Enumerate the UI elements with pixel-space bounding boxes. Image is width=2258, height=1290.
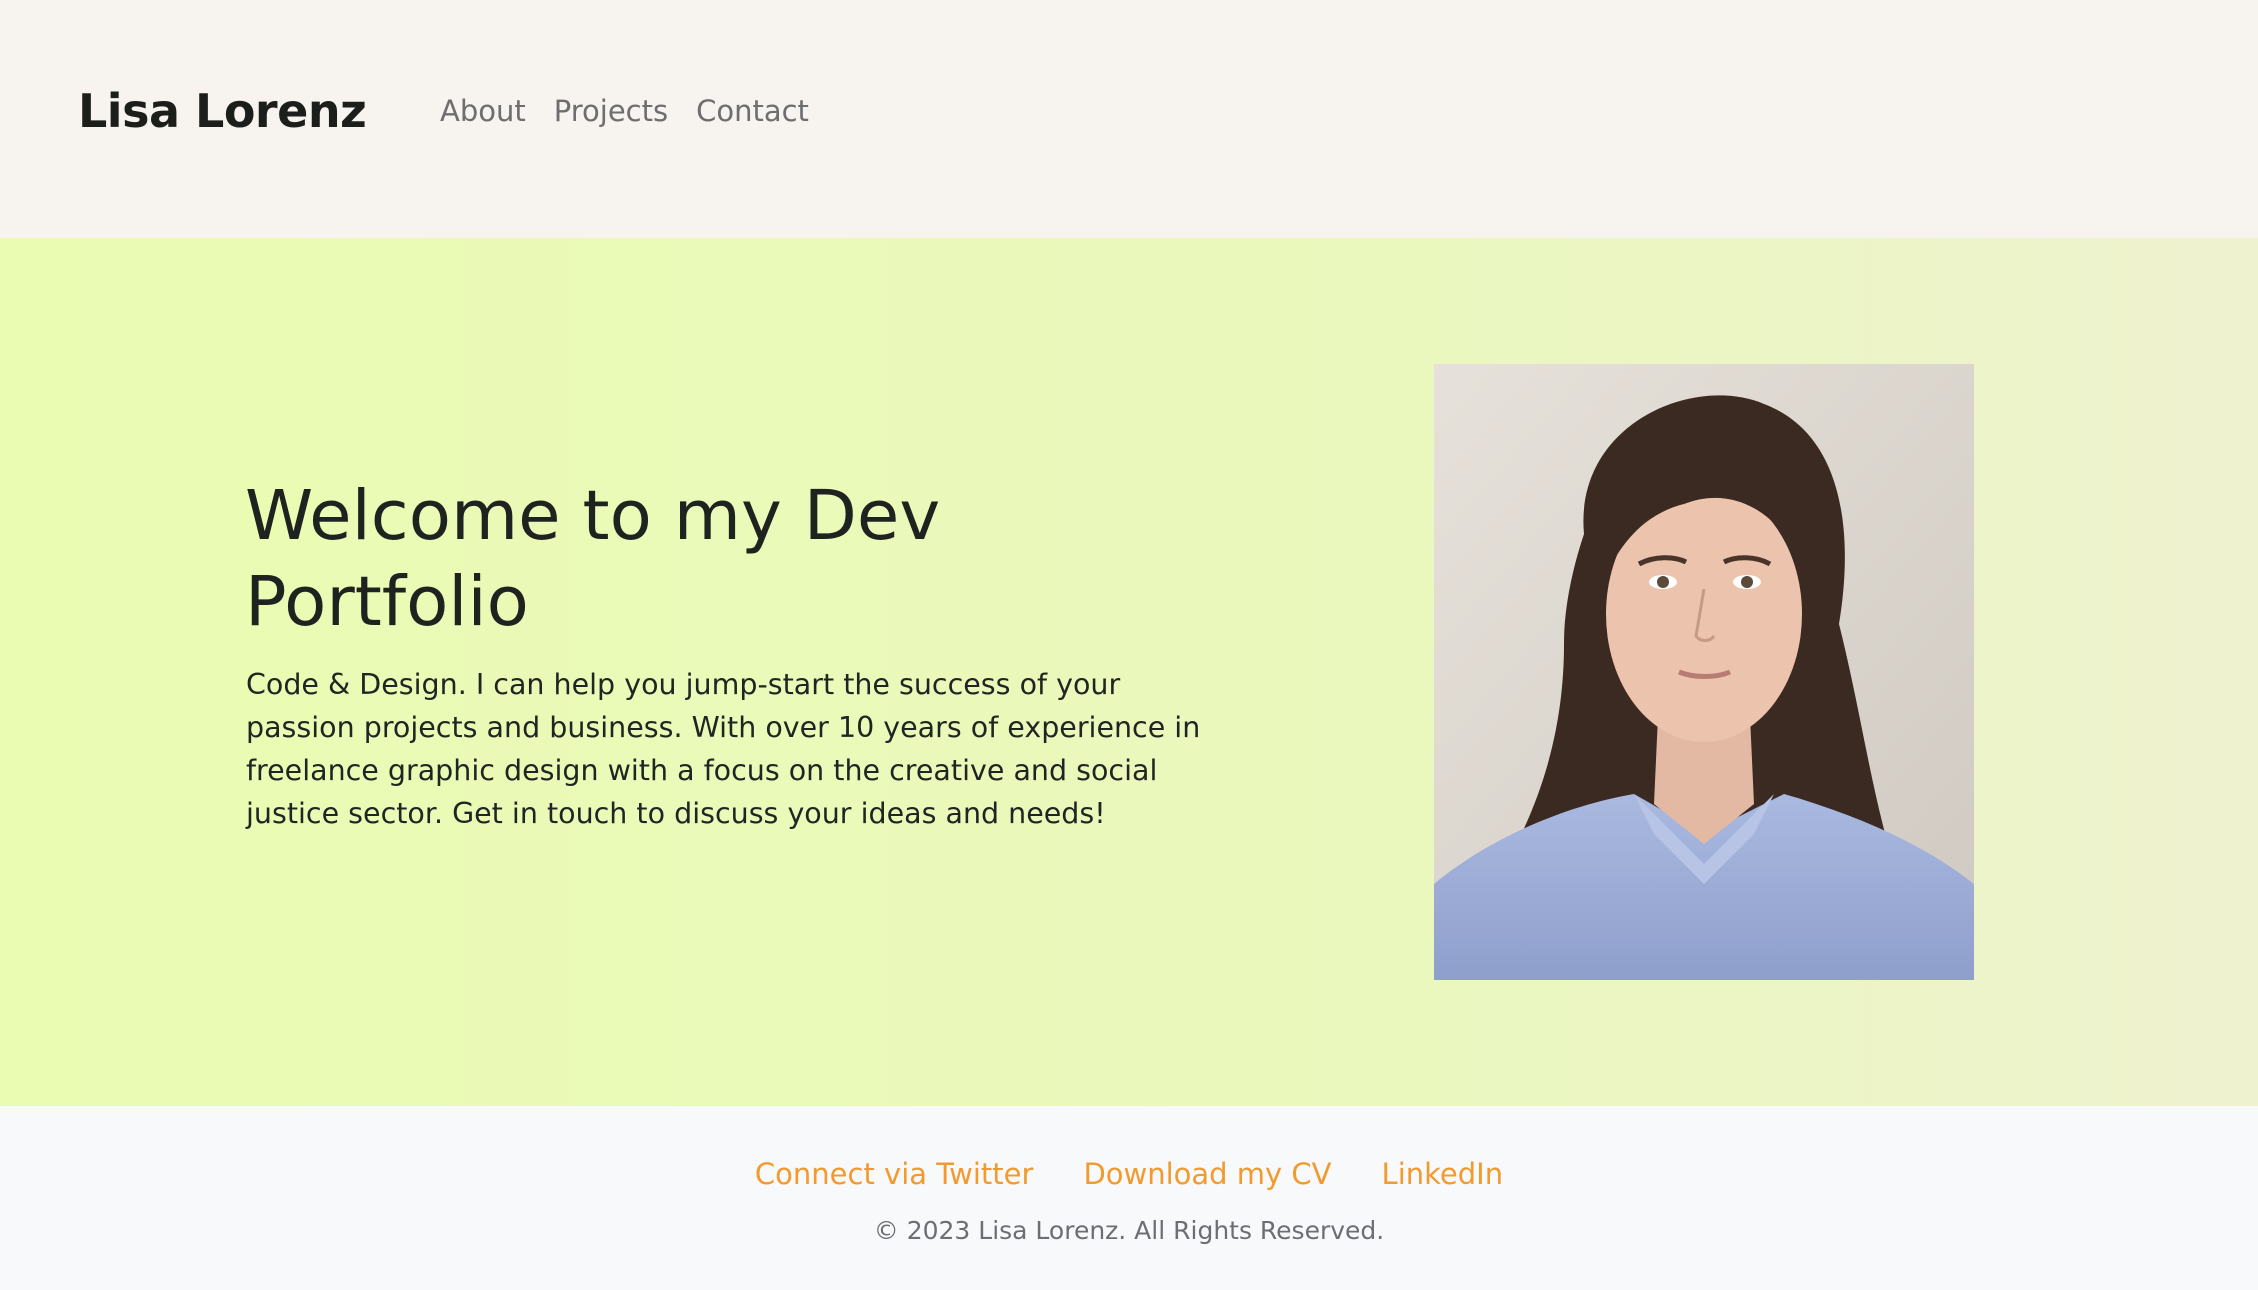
linkedin-link[interactable]: LinkedIn bbox=[1382, 1154, 1504, 1194]
download-cv-link[interactable]: Download my CV bbox=[1083, 1154, 1331, 1194]
person-photo-icon bbox=[1434, 364, 1974, 980]
site-brand[interactable]: Lisa Lorenz bbox=[78, 81, 367, 141]
footer-links: Connect via Twitter Download my CV Linke… bbox=[0, 1154, 2258, 1194]
main-nav: About Projects Contact bbox=[440, 92, 809, 130]
twitter-link[interactable]: Connect via Twitter bbox=[755, 1154, 1034, 1194]
hero-title: Welcome to my Dev Portfolio bbox=[245, 476, 941, 642]
hero-description: Code & Design. I can help you jump-start… bbox=[246, 668, 1201, 830]
portrait-photo bbox=[1434, 364, 1974, 980]
hero-section: Welcome to my Dev Portfolio Code & Desig… bbox=[0, 238, 2258, 1106]
nav-link-projects[interactable]: Projects bbox=[554, 92, 668, 130]
nav-link-about[interactable]: About bbox=[440, 92, 526, 130]
site-header: Lisa Lorenz About Projects Contact bbox=[0, 0, 2258, 238]
nav-link-contact[interactable]: Contact bbox=[696, 92, 809, 130]
copyright-text: © 2023 Lisa Lorenz. All Rights Reserved. bbox=[873, 1216, 1385, 1245]
site-footer: Connect via Twitter Download my CV Linke… bbox=[0, 1106, 2258, 1290]
